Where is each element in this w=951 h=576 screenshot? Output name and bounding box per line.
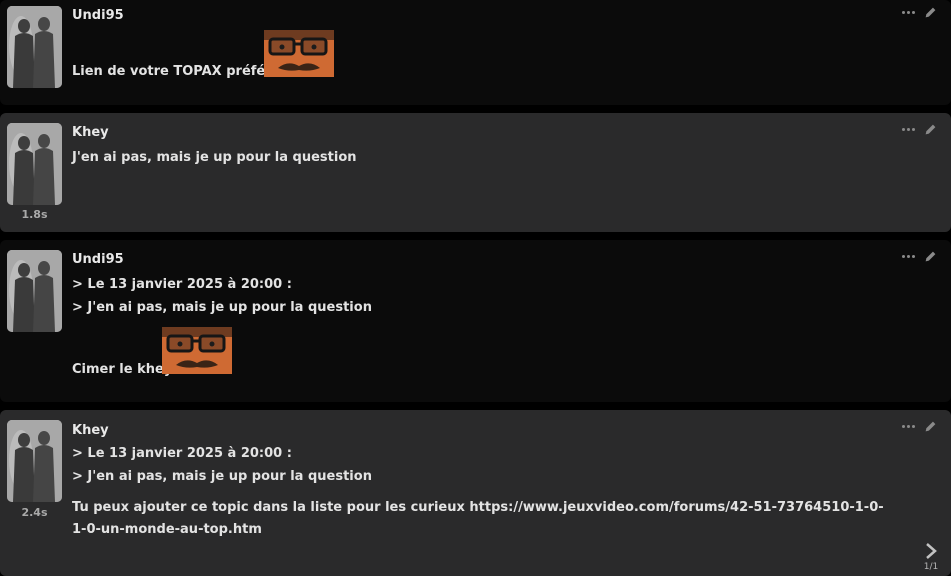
- post-message: Cimer le khey: [72, 362, 173, 377]
- quote-header: > Le 13 janvier 2025 à 20:00 :: [72, 446, 292, 461]
- post-timestamp: 1.8s: [21, 208, 48, 221]
- quote-text: > J'en ai pas, mais je up pour la questi…: [72, 300, 372, 315]
- post-message[interactable]: Tu peux ajouter ce topic dans la liste p…: [72, 497, 892, 541]
- post-author[interactable]: Undi95: [72, 8, 124, 23]
- pencil-icon[interactable]: [924, 123, 937, 136]
- post-2: 1.8s Khey J'en ai pas, mais je up pour l…: [0, 113, 951, 232]
- more-dots-icon[interactable]: [902, 425, 915, 428]
- post-actions: [902, 420, 937, 433]
- post-actions: [902, 250, 937, 263]
- avatar-icon[interactable]: [7, 6, 62, 88]
- post-1: Undi95 Lien de votre TOPAX préféré ?: [0, 0, 951, 105]
- more-dots-icon[interactable]: [902, 11, 915, 14]
- quote-header: > Le 13 janvier 2025 à 20:00 :: [72, 277, 292, 292]
- quote-text: > J'en ai pas, mais je up pour la questi…: [72, 469, 372, 484]
- post-message: Lien de votre TOPAX préféré ?: [72, 64, 293, 79]
- mustache-glasses-sticker: [162, 327, 232, 374]
- avatar-icon[interactable]: [7, 250, 62, 332]
- post-author[interactable]: Khey: [72, 423, 109, 438]
- avatar-icon[interactable]: [7, 420, 62, 502]
- post-actions: [902, 6, 937, 19]
- pencil-icon[interactable]: [924, 420, 937, 433]
- chevron-right-icon[interactable]: [923, 542, 939, 560]
- post-4: 2.4s Khey > Le 13 janvier 2025 à 20:00 :…: [0, 410, 951, 576]
- pencil-icon[interactable]: [924, 6, 937, 19]
- more-dots-icon[interactable]: [902, 255, 915, 258]
- post-timestamp: 2.4s: [21, 506, 48, 519]
- pencil-icon[interactable]: [924, 250, 937, 263]
- post-actions: [902, 123, 937, 136]
- more-dots-icon[interactable]: [902, 128, 915, 131]
- post-author[interactable]: Undi95: [72, 252, 124, 267]
- avatar-icon[interactable]: [7, 123, 62, 205]
- mustache-glasses-sticker: [264, 30, 334, 77]
- post-3: Undi95 > Le 13 janvier 2025 à 20:00 : > …: [0, 240, 951, 402]
- post-author[interactable]: Khey: [72, 125, 109, 140]
- pagination: 1/1: [923, 542, 939, 572]
- page-indicator: 1/1: [923, 562, 939, 572]
- post-message: J'en ai pas, mais je up pour la question: [72, 150, 357, 165]
